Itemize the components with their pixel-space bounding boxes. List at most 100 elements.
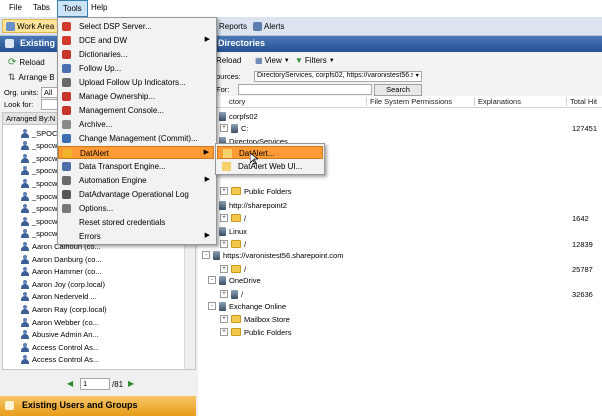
menu-item-automation-engine[interactable]: Automation Engine ▶ [58, 174, 214, 187]
sources-select[interactable]: DirectoryServices, corpfs02, https://var… [254, 71, 422, 82]
directory-row[interactable]: - Exchange Online [208, 300, 286, 312]
prev-page-icon[interactable]: ◀ [67, 379, 73, 388]
total-hits-value: 32636 [572, 290, 593, 299]
directory-row-label: corpfs02 [229, 111, 258, 121]
filters-label: Filters [304, 56, 327, 65]
directory-row[interactable]: + C: [220, 122, 249, 134]
column-explanations[interactable]: Explanations [474, 97, 521, 106]
expand-node-icon[interactable]: + [220, 240, 228, 248]
search-button[interactable]: Search [374, 84, 422, 96]
options-icon [62, 204, 71, 213]
dictionaries-icon [62, 50, 71, 59]
arrange-by-button[interactable]: ⇅ Arrange B [8, 72, 55, 83]
tree-item[interactable]: Access Control As... [21, 354, 99, 366]
datalert-item[interactable]: DatAlert... [217, 146, 323, 159]
tree-item[interactable]: _spocw [21, 203, 57, 215]
tree-item[interactable]: _spocw [21, 152, 57, 164]
collapse-node-icon[interactable]: - [202, 251, 210, 259]
directory-row[interactable]: + Mailbox Store [220, 313, 290, 325]
tree-item[interactable]: _spocw [21, 215, 57, 227]
expand-node-icon[interactable]: + [220, 315, 228, 323]
expand-node-icon[interactable]: + [220, 187, 228, 195]
menu-item-label: Archive... [79, 120, 113, 129]
menu-item-datadvantage-operational-log[interactable]: DatAdvantage Operational Log [58, 188, 214, 201]
menu-item-upload-follow-up-indicators[interactable]: Upload Follow Up Indicators... [58, 76, 214, 89]
collapse-node-icon[interactable]: - [208, 276, 216, 284]
tree-item[interactable]: Abusive Admin An... [21, 329, 99, 341]
mouse-cursor-icon [250, 153, 258, 165]
view-button[interactable]: ▦ View ▼ [255, 56, 290, 65]
menu-tabs[interactable]: Tabs [33, 3, 50, 12]
menu-item-dictionaries[interactable]: Dictionaries... [58, 48, 214, 61]
right-toolbar: Reload ▦ View ▼ ▼ Filters ▼ [198, 53, 602, 69]
tree-item-label: Aaron Ray (corp.local) [32, 304, 107, 314]
tree-item[interactable]: _spocw [21, 140, 57, 152]
tree-item[interactable]: Aaron Webber (co... [21, 316, 99, 328]
menu-item-dce-and-dw[interactable]: DCE and DW ▶ [58, 34, 214, 47]
left-reload-button[interactable]: ⟳ Reload [8, 57, 45, 68]
tree-item-label: Access Control As... [32, 355, 100, 365]
collapse-icon[interactable] [5, 39, 14, 48]
directory-row[interactable]: + / [220, 212, 246, 224]
tree-item[interactable]: _spocw [21, 165, 57, 177]
column-directory[interactable]: ctory [226, 97, 245, 106]
menu-item-datalert[interactable]: DatAlert ▶ [58, 146, 214, 159]
expand-node-icon[interactable]: + [220, 214, 228, 222]
page-input[interactable]: 1 [80, 378, 110, 390]
right-filter-form: ources: DirectoryServices, corpfs02, htt… [198, 70, 602, 96]
menu-item-options[interactable]: Options... [58, 202, 214, 215]
directory-row[interactable]: + Public Folders [220, 185, 292, 197]
tree-item[interactable]: Aaron Joy (corp.local) [21, 278, 105, 290]
directory-row-label: https://varonistest56.sharepoint.com [223, 250, 344, 260]
tree-item[interactable]: Aaron Danburg (co... [21, 253, 102, 265]
next-page-icon[interactable]: ▶ [128, 379, 134, 388]
directory-row[interactable]: + / [220, 288, 243, 300]
tree-item[interactable]: _SPOCa [21, 127, 62, 139]
tree-item[interactable]: _spocw [21, 190, 57, 202]
right-reload-button[interactable]: Reload [216, 56, 241, 65]
directory-row[interactable]: -http://sharepoint2 [208, 199, 287, 211]
server-icon [219, 301, 226, 311]
filters-button[interactable]: ▼ Filters ▼ [295, 56, 335, 65]
directory-row[interactable]: + Public Folders [220, 326, 292, 338]
tree-item[interactable]: Access Control As... [21, 341, 99, 353]
expand-node-icon[interactable]: + [220, 290, 228, 298]
column-total-hits[interactable]: Total Hit C [566, 97, 602, 115]
menu-item-manage-ownership[interactable]: Manage Ownership... [58, 90, 214, 103]
tree-item[interactable]: Aaron Ray (corp.local) [21, 303, 107, 315]
datalert-web-ui-item[interactable]: DatAlert Web UI... [217, 160, 323, 173]
menu-item-archive[interactable]: Archive... [58, 118, 214, 131]
work-area-tab[interactable]: Work Area [2, 19, 59, 33]
menu-item-data-transport-engine[interactable]: Data Transport Engine... [58, 160, 214, 173]
collapse-node-icon[interactable]: - [208, 302, 216, 310]
directory-row[interactable]: - OneDrive [208, 274, 261, 286]
menu-item-label: Manage Ownership... [79, 92, 156, 101]
expand-node-icon[interactable]: + [220, 124, 228, 132]
menu-item-reset-stored-credentials[interactable]: Reset stored credentials [58, 216, 214, 229]
tree-item[interactable]: _spocw [21, 228, 57, 240]
right-pane-title: Directories [218, 38, 266, 48]
column-permissions[interactable]: File System Permissions [366, 97, 452, 106]
tree-item[interactable]: Aaron Hammer (co... [21, 266, 102, 278]
look-for-label: Look for: [4, 100, 34, 109]
expand-node-icon[interactable]: + [220, 265, 228, 273]
directory-row-label: OneDrive [229, 275, 261, 285]
menu-item-select-dsp-server[interactable]: Select DSP Server... [58, 20, 214, 33]
menu-item-management-console[interactable]: Management Console... [58, 104, 214, 117]
existing-users-groups-bar[interactable]: Existing Users and Groups [0, 396, 196, 416]
menu-tools[interactable]: Tools [57, 0, 88, 17]
tree-item[interactable]: Aaron Nederveld ... [21, 291, 97, 303]
directory-row[interactable]: - https://varonistest56.sharepoint.com [202, 249, 343, 261]
work-area-label: Work Area [17, 21, 55, 31]
menu-item-follow-up[interactable]: Follow Up... [58, 62, 214, 75]
menu-file[interactable]: File [9, 3, 22, 12]
alerts-tab[interactable]: Alerts [253, 20, 284, 32]
for-input[interactable] [238, 84, 372, 95]
expand-node-icon[interactable]: + [220, 328, 228, 336]
user-icon [21, 292, 29, 302]
grid-header: ctory File System Permissions Explanatio… [198, 96, 602, 115]
menu-help[interactable]: Help [91, 3, 107, 12]
menu-item-change-management[interactable]: Change Management (Commit)... [58, 132, 214, 145]
menu-item-errors[interactable]: Errors ▶ [58, 230, 214, 243]
tree-item[interactable]: _spocw [21, 177, 57, 189]
